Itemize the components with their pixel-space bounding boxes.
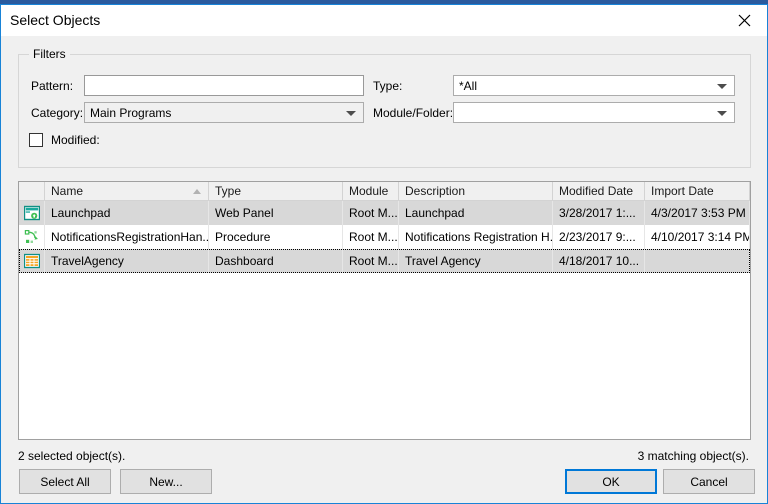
cell-import_date (645, 249, 750, 273)
select-objects-dialog: Select Objects Filters Pattern: Category… (0, 4, 768, 504)
cell-import_date: 4/10/2017 3:14 PM (645, 225, 750, 249)
pattern-label: Pattern: (31, 79, 74, 93)
category-label: Category: (31, 106, 84, 120)
table-row[interactable]: NotificationsRegistrationHan... Procedure… (19, 225, 750, 249)
column-header-import_date[interactable]: Import Date (645, 182, 750, 201)
table-row[interactable]: TravelAgency Dashboard Root M... Travel Age… (19, 249, 750, 273)
selected-count-status: 2 selected object(s). (18, 449, 126, 463)
cell-modified_date: 3/28/2017 1:... (553, 201, 645, 225)
procedure-icon (19, 225, 45, 249)
new-button[interactable]: New... (120, 469, 212, 494)
column-header-label: Description (405, 184, 466, 198)
web-panel-icon (19, 201, 45, 225)
modified-checkbox[interactable] (29, 133, 43, 147)
objects-listview[interactable]: Name Type Module Description Modified Date Im… (18, 181, 751, 440)
column-header-label: Name (51, 184, 84, 198)
type-label: Type: (373, 79, 403, 93)
list-body: Launchpad Web Panel Root M... Launchpad 3/28… (19, 201, 750, 273)
module-folder-combobox[interactable] (453, 102, 735, 123)
module-folder-label: Module/Folder: (373, 106, 454, 120)
title-bar: Select Objects (1, 5, 767, 36)
modified-label: Modified: (51, 133, 100, 147)
cell-modified_date: 4/18/2017 10... (553, 249, 645, 273)
category-value: Main Programs (90, 105, 172, 120)
column-header-name[interactable]: Name (45, 182, 209, 201)
chevron-down-icon (717, 110, 727, 116)
cell-module: Root M... (343, 249, 399, 273)
table-row[interactable]: Launchpad Web Panel Root M... Launchpad 3/28… (19, 201, 750, 225)
cell-description: Notifications Registration H... (399, 225, 553, 249)
column-header-label: Import Date (651, 184, 714, 198)
list-header-row: Name Type Module Description Modified Date Im… (19, 182, 750, 201)
type-value: *All (459, 78, 478, 93)
matching-count-status: 3 matching object(s). (637, 449, 749, 463)
cell-name: NotificationsRegistrationHan... (45, 225, 209, 249)
cell-import_date: 4/3/2017 3:53 PM (645, 201, 750, 225)
cell-name: TravelAgency (45, 249, 209, 273)
column-header-icon[interactable] (19, 182, 45, 201)
column-header-type[interactable]: Type (209, 182, 343, 201)
cancel-button[interactable]: Cancel (663, 469, 755, 494)
dashboard-icon (19, 249, 45, 273)
type-combobox[interactable]: *All (453, 75, 735, 96)
chevron-down-icon (717, 83, 727, 89)
cell-module: Root M... (343, 225, 399, 249)
cell-module: Root M... (343, 201, 399, 225)
column-header-description[interactable]: Description (399, 182, 553, 201)
ok-button[interactable]: OK (565, 469, 657, 494)
cell-modified_date: 2/23/2017 9:... (553, 225, 645, 249)
cell-description: Travel Agency (399, 249, 553, 273)
column-header-module[interactable]: Module (343, 182, 399, 201)
cell-type: Web Panel (209, 201, 343, 225)
filters-legend: Filters (29, 47, 70, 61)
column-header-modified_date[interactable]: Modified Date (553, 182, 645, 201)
column-header-label: Modified Date (559, 184, 634, 198)
cell-description: Launchpad (399, 201, 553, 225)
column-header-label: Type (215, 184, 242, 198)
column-header-label: Module (349, 184, 389, 198)
pattern-input[interactable] (84, 75, 364, 96)
cell-name: Launchpad (45, 201, 209, 225)
cell-type: Procedure (209, 225, 343, 249)
sort-ascending-icon (193, 189, 201, 194)
window-title: Select Objects (10, 12, 101, 28)
cell-type: Dashboard (209, 249, 343, 273)
category-combobox[interactable]: Main Programs (84, 102, 364, 123)
select-all-button[interactable]: Select All (19, 469, 111, 494)
close-icon[interactable] (722, 5, 767, 35)
chevron-down-icon (346, 110, 356, 116)
